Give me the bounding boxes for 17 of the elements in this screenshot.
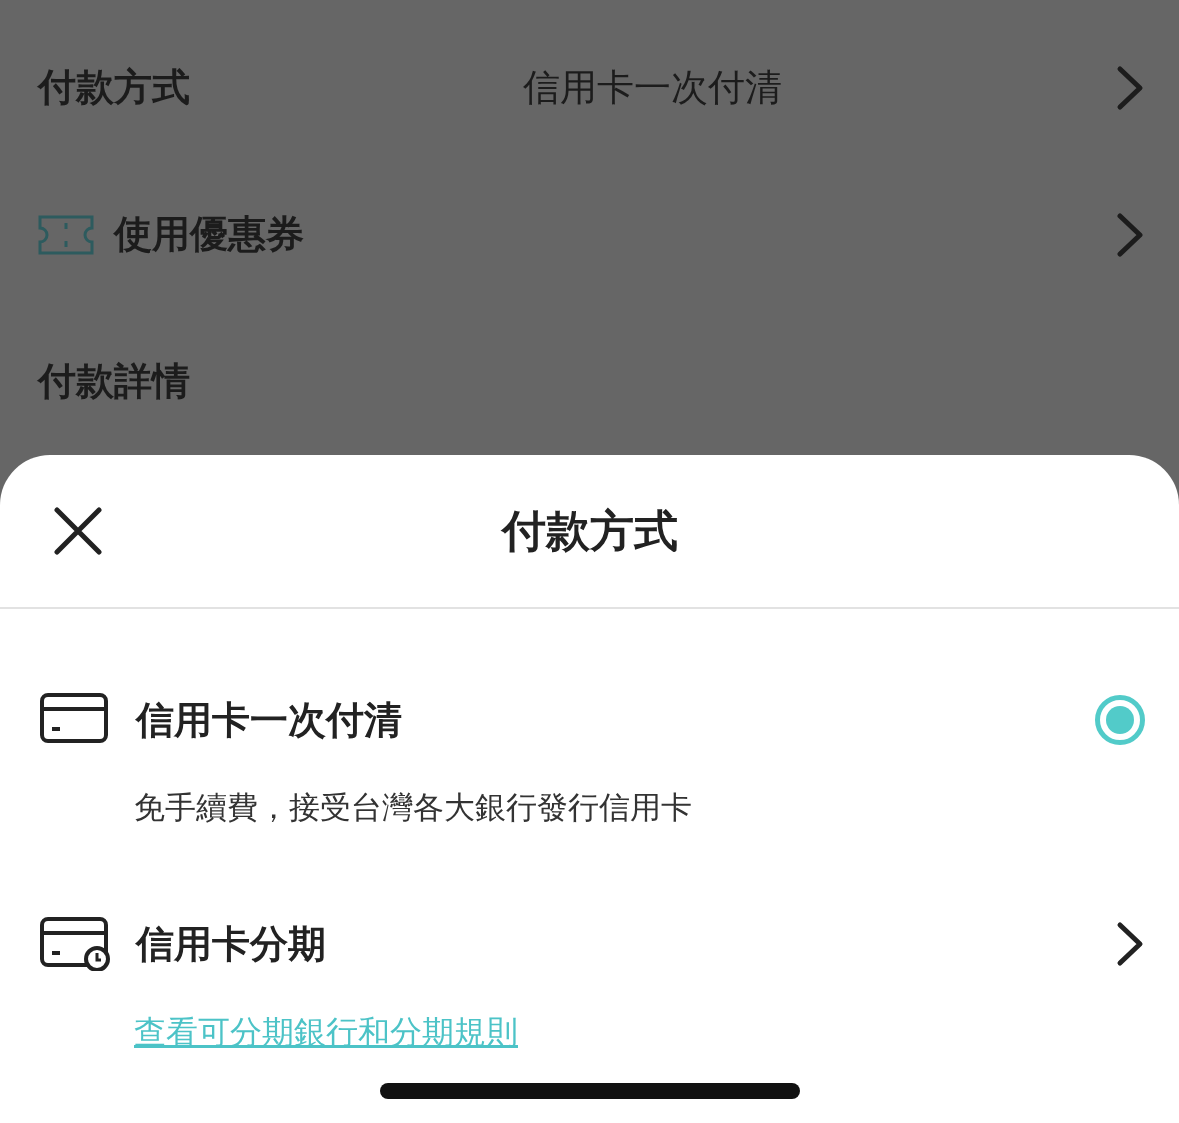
chevron-right-icon: [1115, 64, 1145, 111]
close-icon: [52, 505, 104, 557]
radio-button[interactable]: [1095, 695, 1145, 745]
rules-link[interactable]: 查看可分期銀行和分期規則: [134, 1011, 518, 1055]
close-button[interactable]: [52, 505, 104, 557]
chevron-right-icon: [1115, 921, 1145, 967]
row-value: 信用卡一次付清: [523, 64, 782, 111]
sheet-title: 付款方式: [501, 503, 678, 558]
row-label: 使用優惠券: [114, 211, 304, 258]
option-description: 免手續費，接受台灣各大銀行發行信用卡: [134, 788, 693, 827]
row-label: 付款方式: [38, 64, 190, 111]
option-title: 信用卡一次付清: [136, 696, 402, 744]
row-label: 付款詳情: [38, 358, 190, 405]
card-clock-icon: [40, 917, 110, 971]
chevron-right-icon: [1115, 211, 1145, 258]
ticket-icon: [38, 214, 94, 255]
option-title: 信用卡分期: [136, 920, 326, 968]
